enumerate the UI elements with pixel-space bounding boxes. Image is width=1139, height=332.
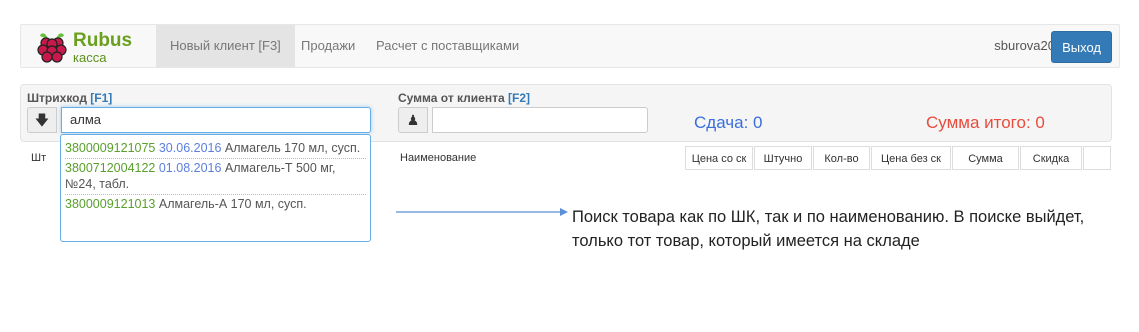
arrow-down-icon[interactable]: 🡇 [27,107,57,133]
col-sum: Сумма [952,146,1019,170]
user-icon: ♟ [398,107,428,133]
nav-new-client[interactable]: Новый клиент [F3] [156,25,295,67]
client-sum-input[interactable] [432,107,648,133]
brand[interactable]: Rubus касса [35,28,155,66]
nav-suppliers[interactable]: Расчет с поставщиками [362,25,533,67]
brand-subtitle: касса [73,50,107,65]
suggestion-item[interactable]: 3800009121013 Алмагель-А 170 мл, сусп. [65,195,366,214]
change-amount: Сдача: 0 [694,113,763,132]
col-quantity: Кол-во [813,146,870,170]
barcode-label: Штрихкод [F1] [27,91,113,105]
col-actions [1083,146,1111,170]
client-sum-label: Сумма от клиента [F2] [398,91,530,105]
annotation-arrow-icon [396,208,568,216]
col-per-unit: Штучно [754,146,812,170]
suggestion-item[interactable]: 3800712004122 01.08.2016 Алмагель-Т 500 … [65,159,366,195]
raspberry-logo-icon [37,33,67,63]
autocomplete-dropdown: 3800009121075 30.06.2016 Алмагель 170 мл… [60,134,371,242]
total-amount: Сумма итого: 0 [926,113,1045,132]
annotation-note: Поиск товара как по ШК, так и по наимено… [572,208,1085,250]
col-name: Наименование [392,146,684,170]
top-navbar: Rubus касса Новый клиент [F3] Продажи Ра… [20,24,1120,68]
barcode-shortcut: [F1] [90,91,113,105]
username[interactable]: sburova20 [994,25,1055,67]
barcode-input[interactable]: алма [61,107,371,133]
nav-sales[interactable]: Продажи [287,25,369,67]
col-discount: Скидка [1020,146,1082,170]
logout-button[interactable]: Выход [1051,31,1112,63]
col-price-discount: Цена со ск [685,146,753,170]
suggestion-item[interactable]: 3800009121075 30.06.2016 Алмагель 170 мл… [65,139,366,159]
col-price-no-discount: Цена без ск [871,146,951,170]
client-sum-shortcut: [F2] [508,91,530,105]
brand-title: Rubus [73,30,133,51]
